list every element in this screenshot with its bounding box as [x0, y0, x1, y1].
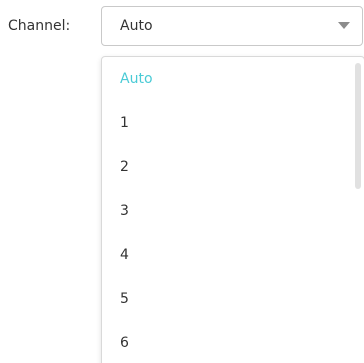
channel-options: Auto 1 2 3 4 5 6: [102, 59, 352, 363]
channel-select[interactable]: Auto: [101, 6, 363, 46]
channel-dropdown-list: Auto 1 2 3 4 5 6: [101, 56, 364, 363]
channel-option-4[interactable]: 4: [102, 235, 352, 279]
channel-option-auto[interactable]: Auto: [102, 59, 352, 103]
channel-option-5[interactable]: 5: [102, 279, 352, 323]
channel-option-2[interactable]: 2: [102, 147, 352, 191]
channel-select-value: Auto: [120, 18, 153, 34]
channel-option-6[interactable]: 6: [102, 323, 352, 363]
channel-label: Channel:: [8, 18, 71, 34]
channel-setting: Channel: Auto Auto 1 2 3 4 5 6: [0, 0, 364, 363]
dropdown-scrollbar[interactable]: [355, 63, 361, 189]
triangle-down-icon[interactable]: [338, 22, 350, 29]
channel-option-3[interactable]: 3: [102, 191, 352, 235]
channel-option-1[interactable]: 1: [102, 103, 352, 147]
